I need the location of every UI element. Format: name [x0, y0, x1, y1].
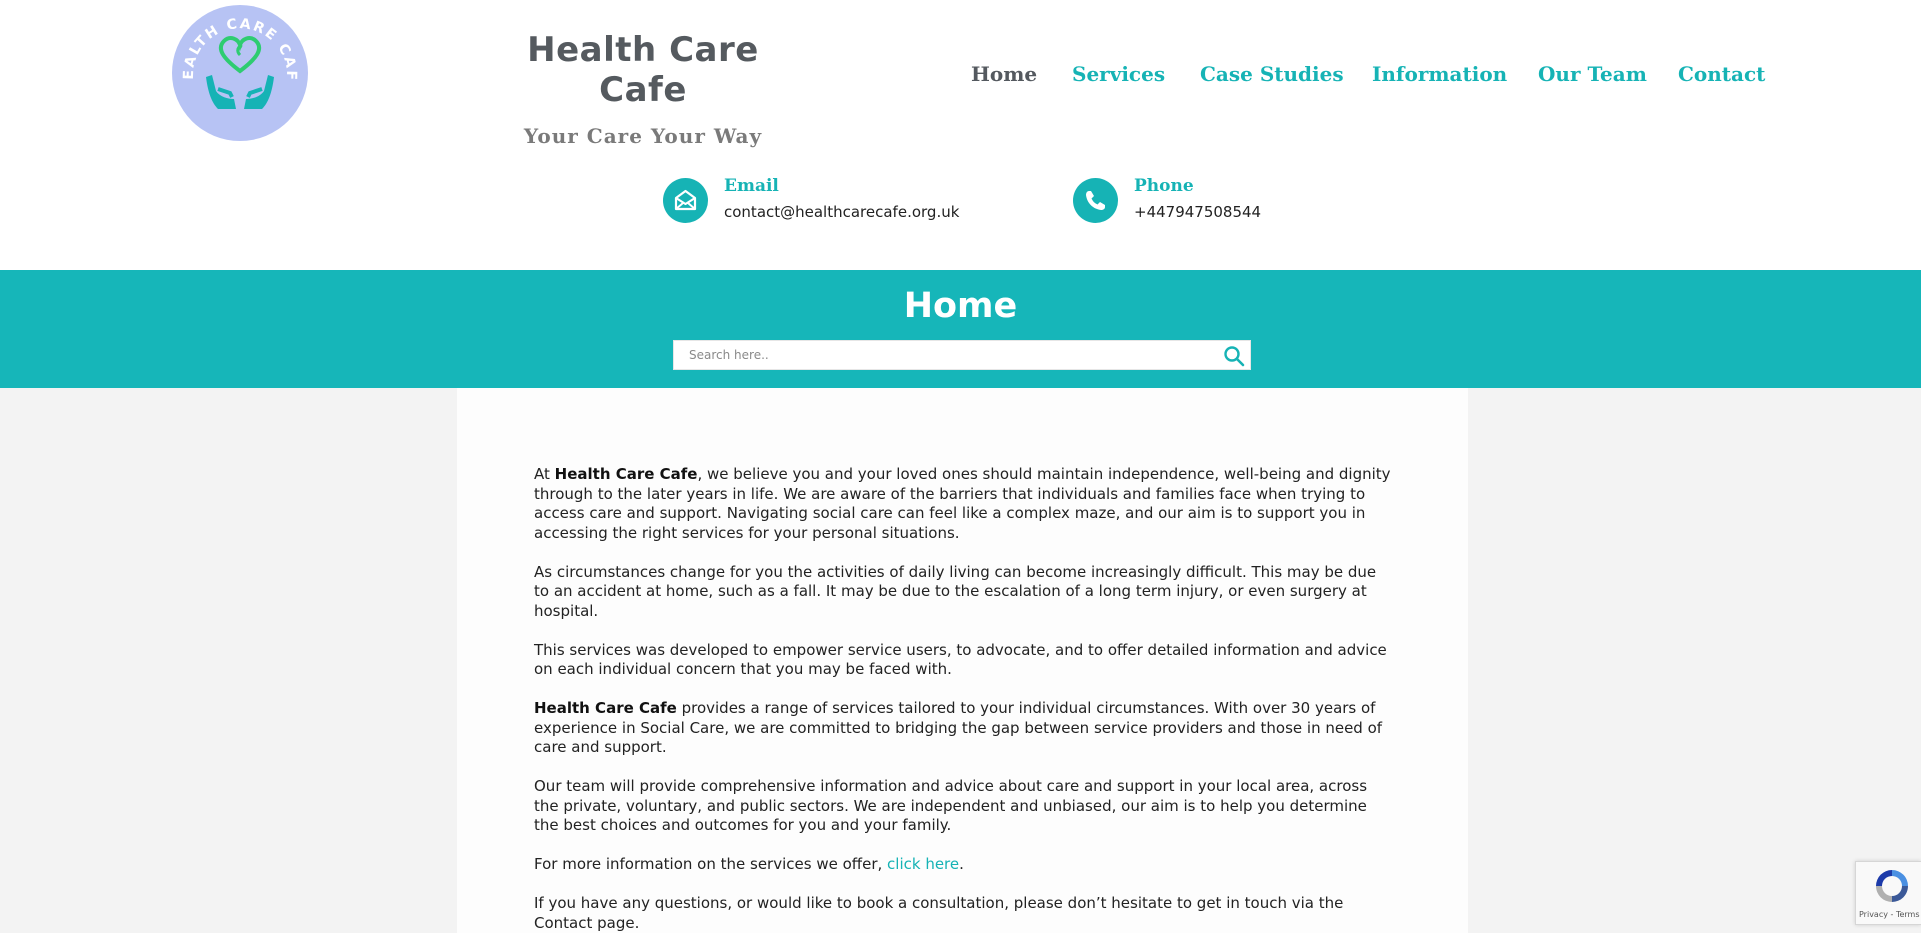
nav-item-home[interactable]: Home [971, 62, 1037, 86]
phone-link[interactable]: +447947508544 [1134, 203, 1261, 221]
paragraph-services: Health Care Cafe provides a range of ser… [534, 699, 1383, 756]
recaptcha-badge[interactable]: Privacy - Terms [1855, 861, 1921, 925]
envelope-open-icon [663, 178, 708, 223]
click-here-link[interactable]: click here [887, 855, 959, 873]
email-label: Email [724, 176, 779, 196]
paragraph-purpose: This services was developed to empower s… [534, 640, 1387, 679]
search-box [673, 340, 1251, 370]
brand-name-bold: Health Care Cafe [534, 699, 677, 717]
site-header: HEALTH CARE CAFE Health Care Cafe Your C… [0, 0, 1921, 270]
paragraph-circumstances: As circumstances change for you the acti… [534, 562, 1377, 620]
intro-text: At Health Care Cafe, we believe you and … [534, 465, 1394, 933]
paragraph-more-info: For more information on the services we … [534, 855, 964, 873]
paragraph-team: Our team will provide comprehensive info… [534, 777, 1368, 834]
nav-item-services[interactable]: Services [1072, 62, 1165, 86]
main-content: At Health Care Cafe, we believe you and … [457, 388, 1468, 933]
search-input[interactable] [674, 341, 1214, 369]
search-button[interactable] [1222, 344, 1246, 368]
phone-label: Phone [1134, 176, 1194, 196]
nav-item-information[interactable]: Information [1372, 62, 1507, 86]
page-title: Home [903, 286, 1018, 326]
recaptcha-icon [1876, 870, 1908, 902]
nav-item-contact[interactable]: Contact [1678, 62, 1765, 86]
main-nav: Home Services Case Studies Information O… [0, 62, 1921, 92]
brand-name-bold: Health Care Cafe [554, 465, 698, 483]
paragraph-contact: If you have any questions, or would like… [534, 894, 1344, 932]
email-link[interactable]: contact@healthcarecafe.org.uk [724, 203, 959, 221]
nav-item-case-studies[interactable]: Case Studies [1200, 62, 1344, 86]
paragraph-intro: At Health Care Cafe, we believe you and … [534, 465, 1391, 542]
search-icon [1224, 346, 1245, 367]
site-tagline: Your Care Your Way [523, 124, 763, 148]
nav-item-our-team[interactable]: Our Team [1538, 62, 1647, 86]
phone-icon [1073, 178, 1118, 223]
page-banner: Home [0, 270, 1921, 388]
recaptcha-links[interactable]: Privacy - Terms [1859, 910, 1920, 919]
